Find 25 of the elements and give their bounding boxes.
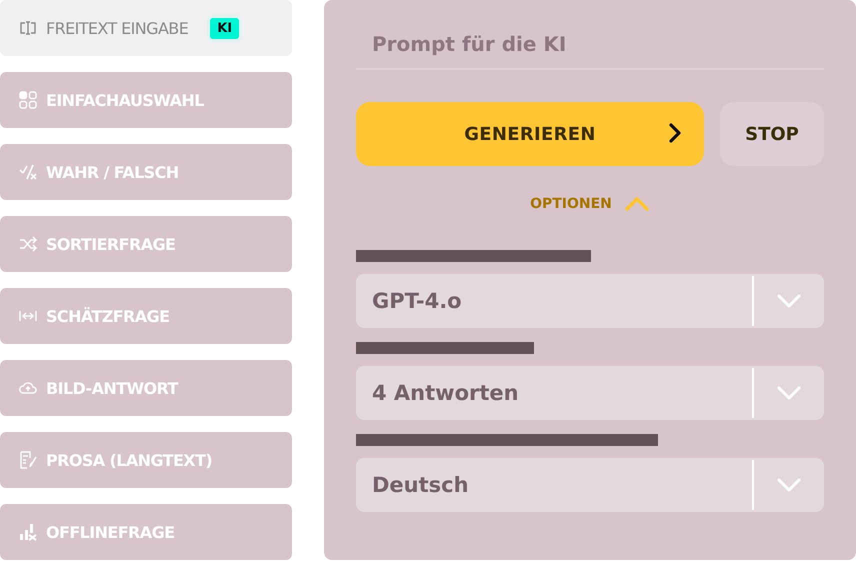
chevron-down-icon (776, 293, 802, 309)
ai-badge: KI (210, 18, 240, 38)
sidebar-item[interactable]: OFFLINEFRAGE (0, 504, 292, 560)
options-toggle[interactable]: OPTIONEN (530, 196, 612, 212)
sidebar-item[interactable]: PROSA (LANGTEXT) (0, 432, 292, 488)
chevron-down-icon (776, 477, 802, 493)
sidebar-item[interactable]: SCHÄTZFRAGE (0, 288, 292, 344)
document-pen-icon (18, 450, 38, 470)
bar-chart-icon (18, 522, 38, 542)
grid-icon (18, 90, 38, 110)
shuffle-icon (18, 234, 38, 254)
check-cross-icon (18, 162, 38, 182)
dropdown[interactable]: GPT-4.o (356, 274, 824, 328)
dropdown[interactable]: 4 Antworten (356, 366, 824, 420)
sidebar-item[interactable]: BILD-ANTWORT (0, 360, 292, 416)
prompt-field[interactable]: Prompt für die KI (356, 28, 824, 70)
dropdown[interactable]: Deutsch (356, 458, 824, 512)
sidebar-item[interactable]: SORTIERFRAGE (0, 216, 292, 272)
generate-button[interactable]: GENERIEREN (356, 102, 704, 166)
chevron-down-icon (776, 385, 802, 401)
sidebar-item[interactable]: WAHR / FALSCH (0, 144, 292, 200)
chevron-right-icon (668, 122, 682, 144)
sidebar-item[interactable]: FREITEXT EINGABE KI (0, 0, 292, 56)
sidebar-item[interactable]: EINFACHAUSWAHL (0, 72, 292, 128)
stop-button[interactable]: STOP (720, 102, 824, 166)
